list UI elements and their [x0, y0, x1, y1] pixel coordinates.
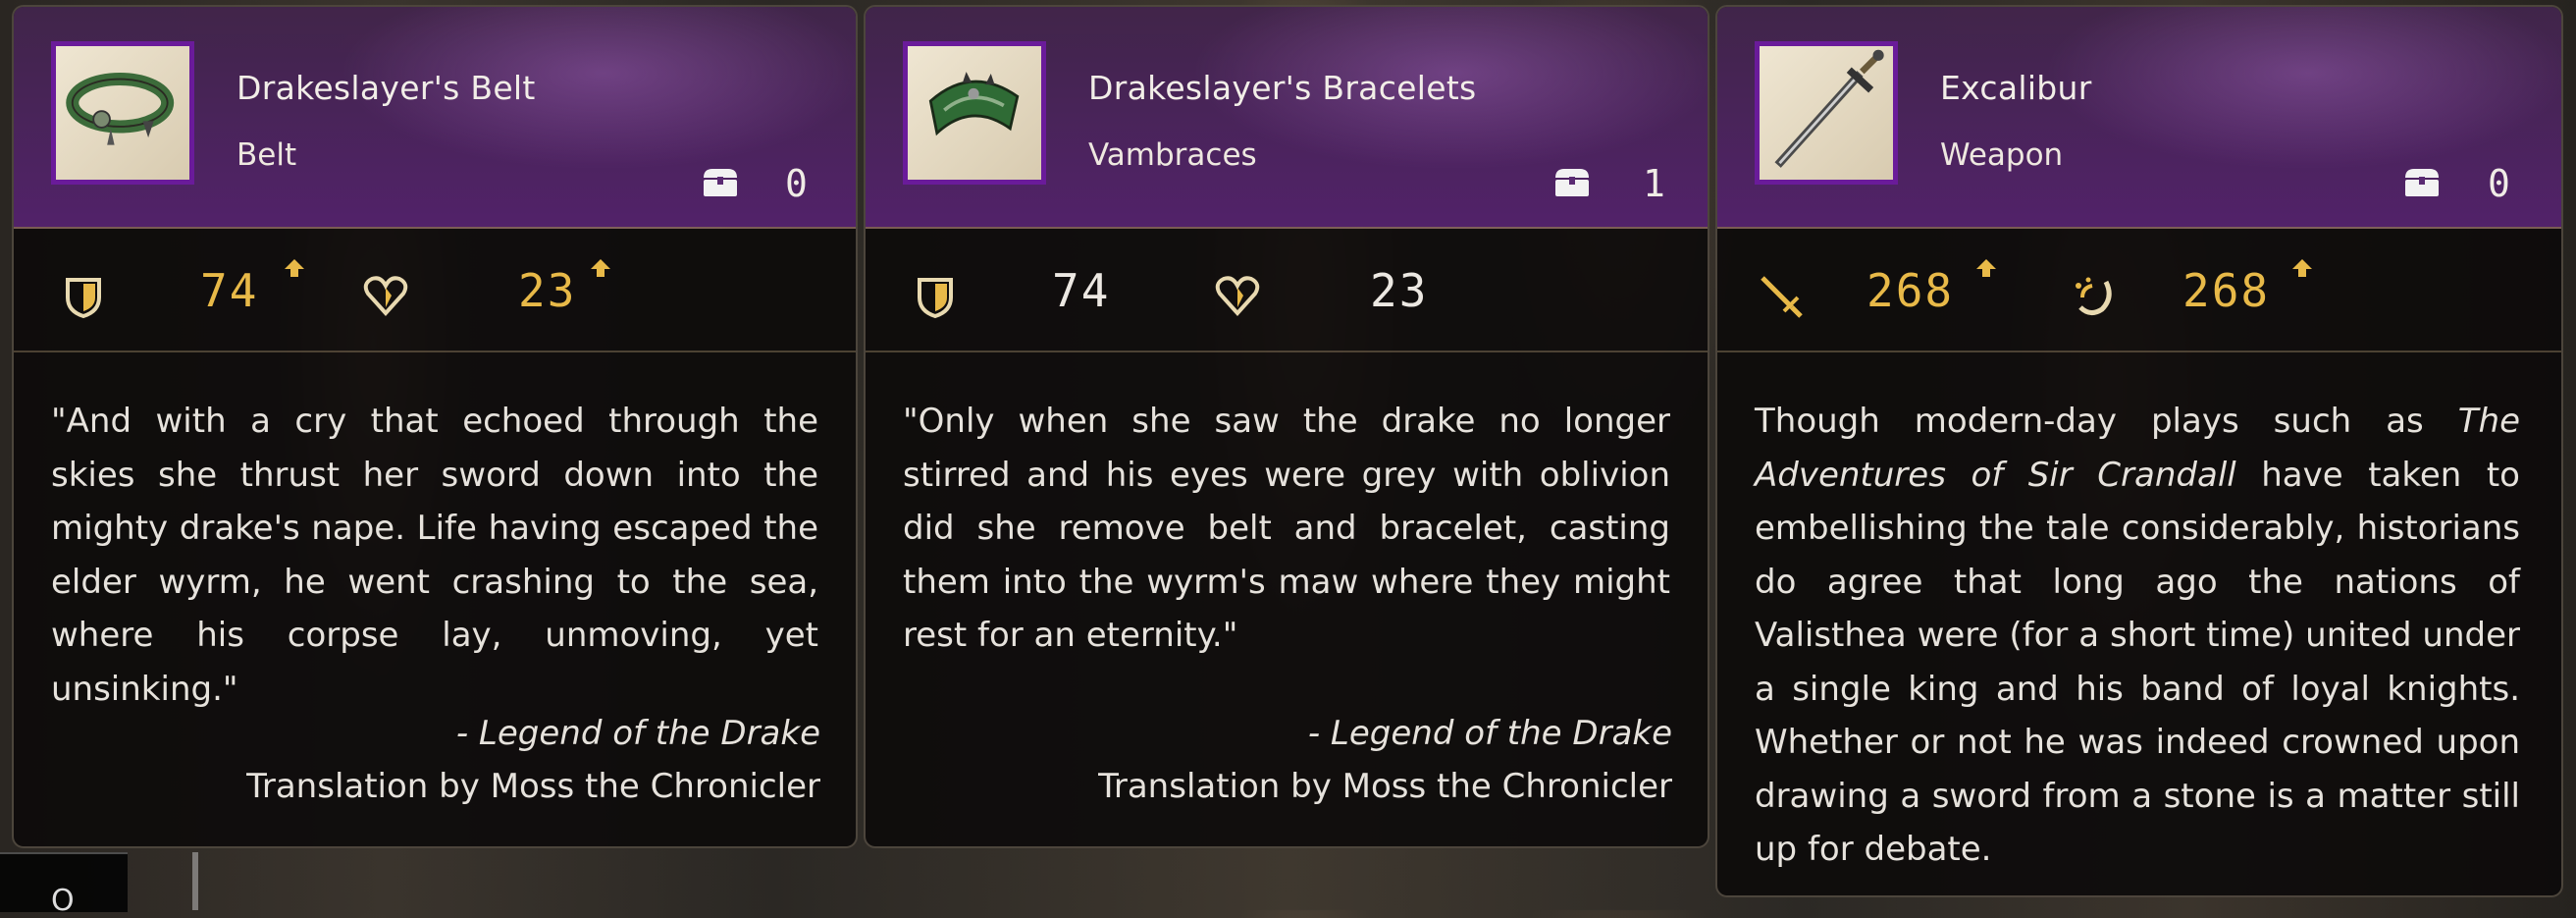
item-description: "Only when she saw the drake no longer s… — [903, 402, 1670, 655]
bottom-hud-divider — [192, 852, 198, 910]
defense-value: 74 — [1052, 264, 1111, 317]
inventory-chest-icon — [2405, 169, 2439, 196]
heart-vitality-icon — [363, 276, 408, 316]
vitality-value: 23 — [518, 264, 577, 317]
item-description: "And with a cry that echoed through the … — [51, 402, 818, 709]
item-card-excalibur[interactable]: Excalibur Weapon 0 268 268 Though modern… — [1715, 5, 2563, 897]
item-type: Belt — [237, 137, 297, 173]
increase-arrow-icon — [591, 259, 610, 277]
citation-credit: Translation by Moss the Chronicler — [1098, 767, 1672, 806]
item-name: Excalibur — [1940, 69, 2092, 107]
increase-arrow-icon — [1976, 259, 1996, 277]
sword-attack-icon — [1761, 276, 1803, 318]
citation: - Legend of the Drake Translation by Mos… — [246, 707, 820, 813]
stagger-swirl-icon — [2076, 277, 2112, 315]
inventory-chest-icon — [704, 169, 737, 196]
inventory-chest-icon — [1555, 169, 1589, 196]
stats-row — [1717, 229, 2561, 352]
item-type: Vambraces — [1088, 137, 1257, 173]
defense-value: 74 — [200, 264, 259, 317]
description-text: have taken to embellishing the tale cons… — [1755, 455, 2520, 870]
attack-value: 268 — [1866, 264, 1955, 317]
citation-credit: Translation by Moss the Chronicler — [246, 767, 820, 806]
citation-title: - Legend of the Drake — [455, 714, 820, 753]
owned-count: 0 — [2488, 162, 2510, 205]
heart-vitality-icon — [1215, 276, 1260, 316]
bottom-hud-glyph: O — [51, 884, 75, 918]
item-description: Though modern-day plays such as The Adve… — [1755, 395, 2520, 877]
defense-shield-icon — [918, 278, 953, 319]
stagger-value: 268 — [2182, 264, 2271, 317]
vitality-value: 23 — [1370, 264, 1429, 317]
item-card-bracelets[interactable]: Drakeslayer's Bracelets Vambraces 1 74 2… — [864, 5, 1709, 848]
description-text: Though modern-day plays such as — [1755, 402, 2458, 441]
owned-count: 1 — [1643, 162, 1665, 205]
item-name: Drakeslayer's Bracelets — [1088, 69, 1477, 107]
excalibur-item-image — [1755, 41, 1898, 185]
belt-item-image — [51, 41, 194, 185]
item-card-belt[interactable]: Drakeslayer's Belt Belt 0 74 23 "And wit… — [12, 5, 858, 848]
stats-row — [14, 229, 856, 352]
citation-title: - Legend of the Drake — [1307, 714, 1672, 753]
citation: - Legend of the Drake Translation by Mos… — [1098, 707, 1672, 813]
item-name: Drakeslayer's Belt — [237, 69, 536, 107]
owned-count: 0 — [785, 162, 808, 205]
bracelets-item-image — [903, 41, 1046, 185]
increase-arrow-icon — [285, 259, 304, 277]
item-type: Weapon — [1940, 137, 2064, 173]
stats-row — [866, 229, 1708, 352]
defense-shield-icon — [66, 278, 101, 319]
increase-arrow-icon — [2292, 259, 2312, 277]
